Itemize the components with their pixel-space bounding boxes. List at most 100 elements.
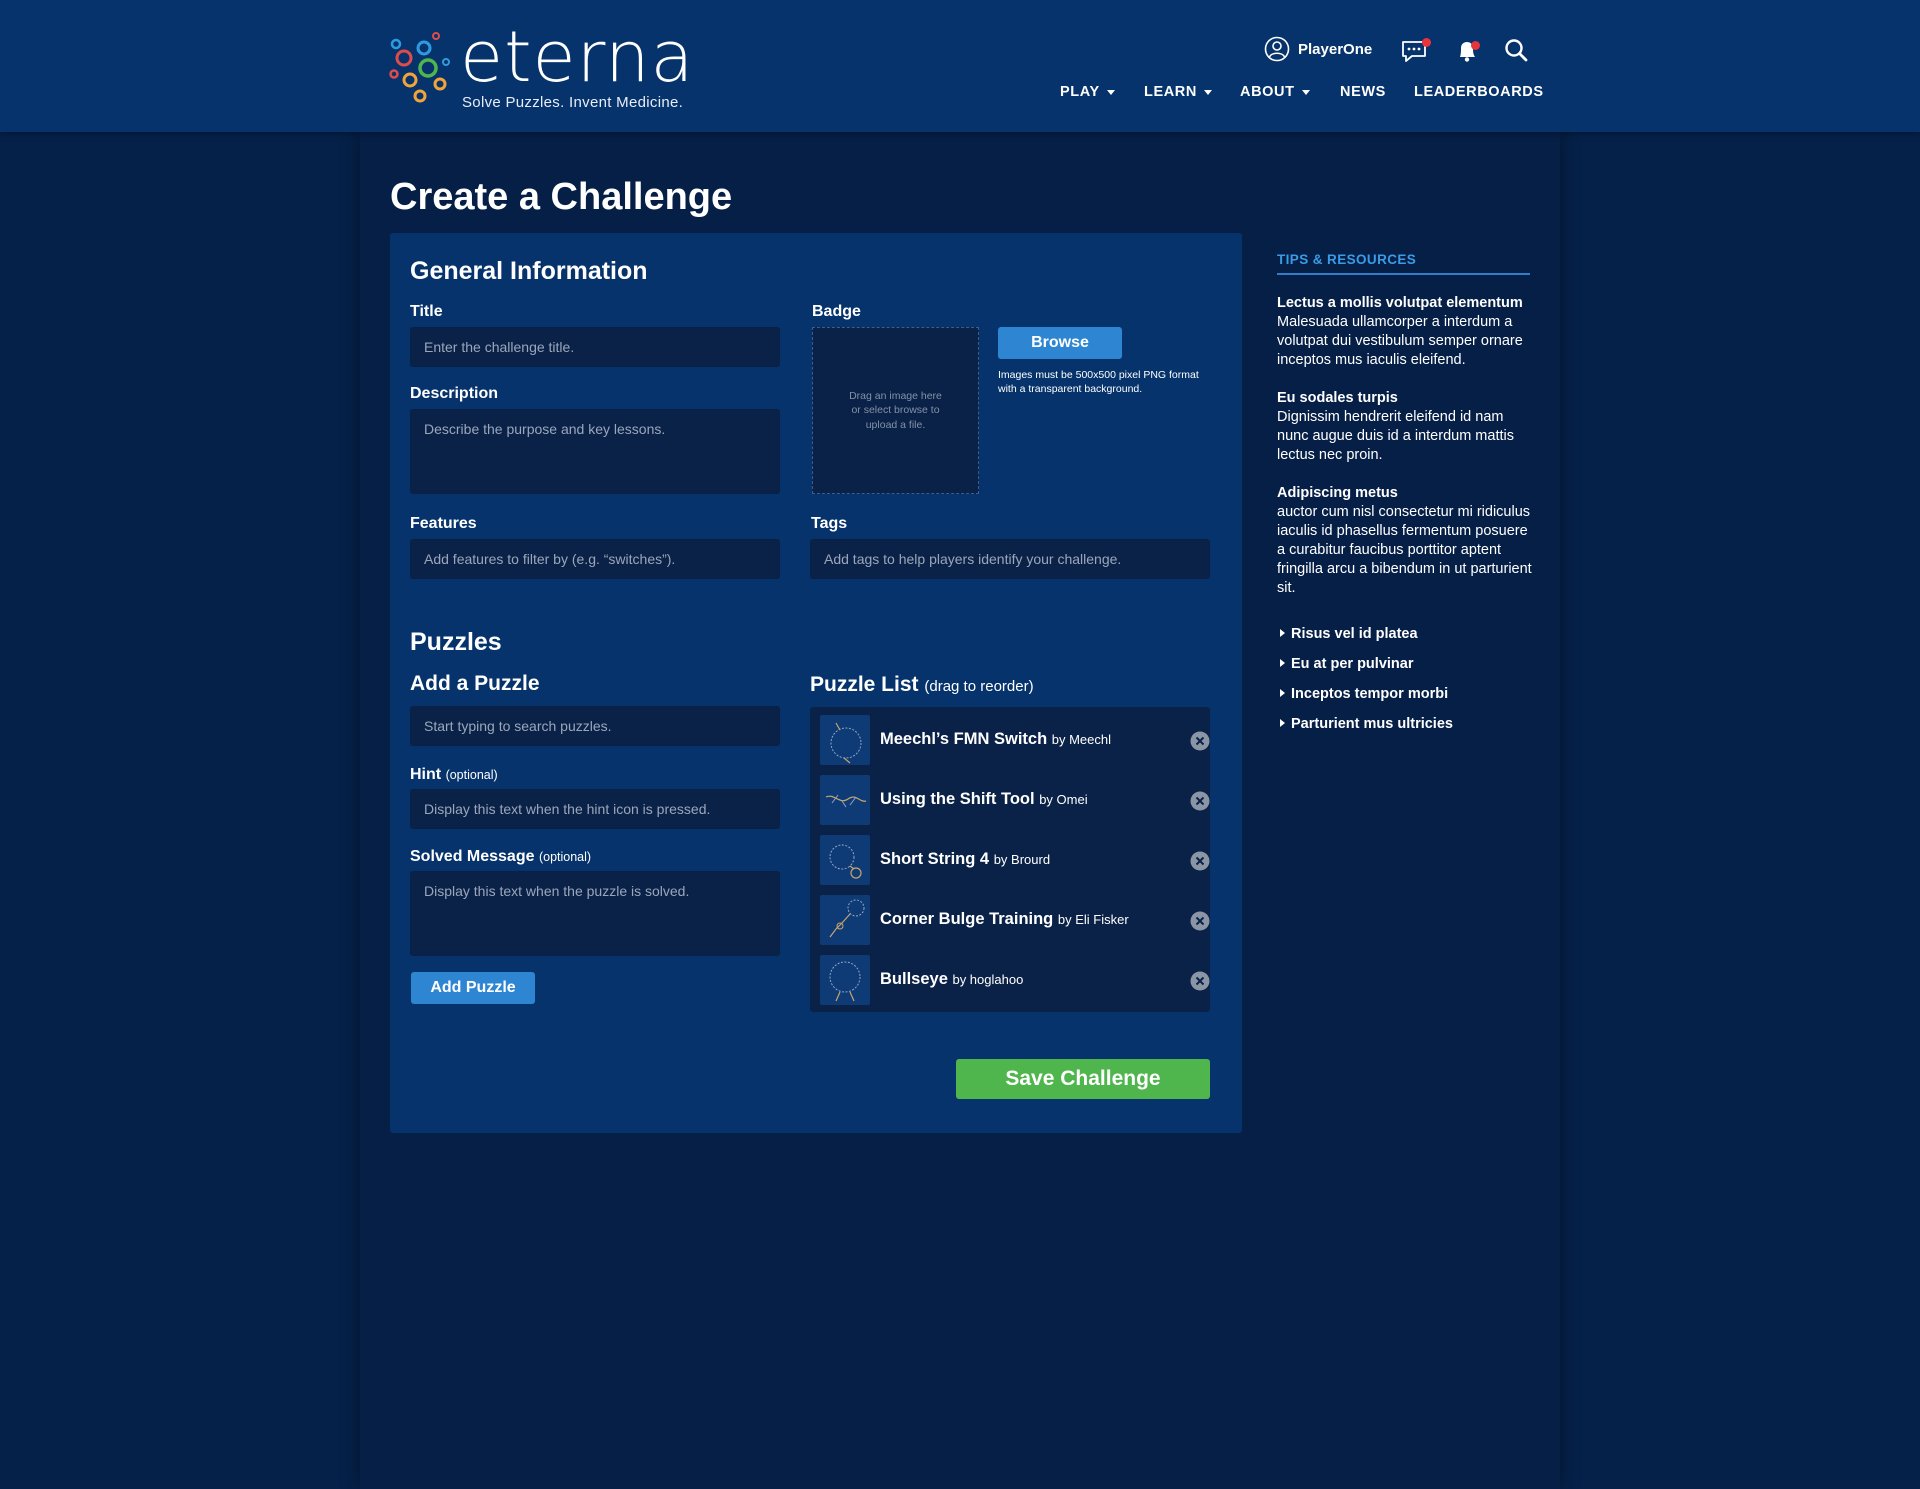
features-label: Features [410,515,477,532]
solved-label-text: Solved Message [410,848,535,865]
badge-label: Badge [812,303,861,320]
rna-structure-icon [829,899,865,938]
save-challenge-button[interactable]: Save Challenge [956,1059,1210,1099]
tip-block: Adipiscing metus auctor cum nisl consect… [1277,484,1533,598]
puzzle-author: by Eli Fisker [1057,912,1129,927]
hint-label: Hint (optional) [410,766,498,784]
solved-optional-text: (optional) [538,850,592,864]
puzzle-title: Corner Bulge Training [880,910,1054,928]
remove-puzzle-icon[interactable] [1190,911,1210,931]
puzzle-list-item[interactable]: Using the Shift Tool by Omei [820,775,1210,827]
resource-link-label: Parturient mus ultricies [1291,716,1453,732]
puzzle-name: Using the Shift Tool by Omei [880,790,1088,809]
tip-block: Eu sodales turpis Dignissim hendrerit el… [1277,389,1533,465]
search-icon [1505,39,1528,62]
tip-body: Dignissim hendrerit eleifend id nam nunc… [1277,409,1514,463]
tags-label: Tags [811,515,848,532]
resource-link-label: Risus vel id platea [1291,626,1418,642]
hint-label-text: Hint [410,766,442,783]
puzzle-list-item[interactable]: Meechl’s FMN Switch by Meechl [820,715,1210,767]
puzzle-title: Short String 4 [880,850,990,868]
add-puzzle-button[interactable]: Add Puzzle [411,972,535,1004]
chevron-down-icon [1301,89,1310,95]
triangle-right-icon [1280,629,1285,637]
puzzle-thumbnail [820,955,870,1005]
page-title: Create a Challenge [390,176,733,218]
eterna-logo[interactable]: eterna Solve Puzzles. Invent Medicine. [388,22,693,118]
puzzle-name: Corner Bulge Training by Eli Fisker [880,910,1129,929]
puzzle-author: by Brourd [993,852,1051,867]
logo-tagline: Solve Puzzles. Invent Medicine. [462,94,684,111]
rna-structure-icon [825,794,867,808]
solved-message-label: Solved Message (optional) [410,848,591,866]
description-textarea[interactable]: Describe the purpose and key lessons. [410,409,780,494]
chevron-down-icon [1203,89,1212,95]
badge-requirements-note: Images must be 500x500 pixel PNG format … [998,369,1199,395]
solved-message-textarea[interactable]: Display this text when the puzzle is sol… [410,871,780,956]
remove-puzzle-icon[interactable] [1190,971,1210,991]
tags-input[interactable]: Add tags to help players identify your c… [810,539,1210,579]
resource-link[interactable]: Eu at per pulvinar [1280,656,1413,672]
badge-dropzone[interactable]: Drag an image here or select browse to u… [812,327,979,494]
user-menu[interactable]: PlayerOne [1264,36,1372,62]
general-info-heading: General Information [410,257,648,285]
triangle-right-icon [1280,659,1285,667]
tip-body: Malesuada ullamcorper a interdum a volut… [1277,314,1523,368]
puzzle-thumbnail [820,715,870,765]
puzzle-author: by hoglahoo [952,972,1024,987]
puzzle-list-item[interactable]: Short String 4 by Brourd [820,835,1210,887]
resource-link[interactable]: Risus vel id platea [1280,626,1418,642]
remove-puzzle-icon[interactable] [1190,791,1210,811]
nav-play[interactable]: PLAY [1060,84,1115,100]
resource-link[interactable]: Parturient mus ultricies [1280,716,1453,732]
remove-puzzle-icon[interactable] [1190,851,1210,871]
puzzle-list-item[interactable]: Corner Bulge Training by Eli Fisker [820,895,1210,947]
description-label: Description [410,385,499,402]
nav-about[interactable]: ABOUT [1240,84,1310,100]
puzzle-list-title: Puzzle List [810,673,919,696]
logo-wordmark: eterna [460,16,695,98]
puzzle-name: Bullseye by hoglahoo [880,970,1023,989]
puzzle-author: by Omei [1039,792,1088,807]
title-input[interactable]: Enter the challenge title. [410,327,780,367]
puzzle-thumbnail [820,895,870,945]
rna-structure-icon [830,722,862,764]
puzzle-search-input[interactable]: Start typing to search puzzles. [410,706,780,746]
puzzle-list-note: (drag to reorder) [924,678,1034,695]
tips-resources-title: TIPS & RESOURCES [1277,252,1530,275]
nav-news[interactable]: NEWS [1340,84,1386,100]
title-label: Title [410,303,443,320]
user-icon [1264,36,1290,62]
puzzle-title: Bullseye [880,970,948,988]
add-puzzle-heading: Add a Puzzle [410,672,540,695]
messages-button[interactable] [1400,36,1431,66]
site-header: eterna Solve Puzzles. Invent Medicine. P… [0,0,1920,132]
browse-button[interactable]: Browse [998,327,1122,359]
puzzle-name: Short String 4 by Brourd [880,850,1050,869]
puzzle-title: Meechl’s FMN Switch [880,730,1048,748]
puzzle-list-heading: Puzzle List (drag to reorder) [810,673,1034,697]
resource-link-label: Eu at per pulvinar [1291,656,1414,672]
tip-title: Eu sodales turpis [1277,390,1398,406]
nav-news-label: NEWS [1340,84,1386,100]
search-button[interactable] [1502,36,1532,66]
tip-block: Lectus a mollis volutpat elementum Males… [1277,294,1533,370]
puzzle-title: Using the Shift Tool [880,790,1035,808]
puzzle-list-item[interactable]: Bullseye by hoglahoo [820,955,1210,1007]
hint-input[interactable]: Display this text when the hint icon is … [410,789,780,829]
features-input[interactable]: Add features to filter by (e.g. “switche… [410,539,780,579]
resource-link[interactable]: Inceptos tempor morbi [1280,686,1448,702]
nav-about-label: ABOUT [1240,84,1295,100]
tip-body: auctor cum nisl consectetur mi ridiculus… [1277,504,1532,596]
remove-puzzle-icon[interactable] [1190,731,1210,751]
nav-learn-label: LEARN [1144,84,1197,100]
triangle-right-icon [1280,689,1285,697]
nav-leaderboards[interactable]: LEADERBOARDS [1414,84,1544,100]
resource-link-label: Inceptos tempor morbi [1291,686,1449,702]
puzzle-thumbnail [820,775,870,825]
tip-title: Adipiscing metus [1277,485,1398,501]
rna-structure-icon [829,961,861,1002]
notifications-button[interactable] [1452,36,1482,66]
chevron-down-icon [1106,89,1115,95]
nav-learn[interactable]: LEARN [1144,84,1212,100]
